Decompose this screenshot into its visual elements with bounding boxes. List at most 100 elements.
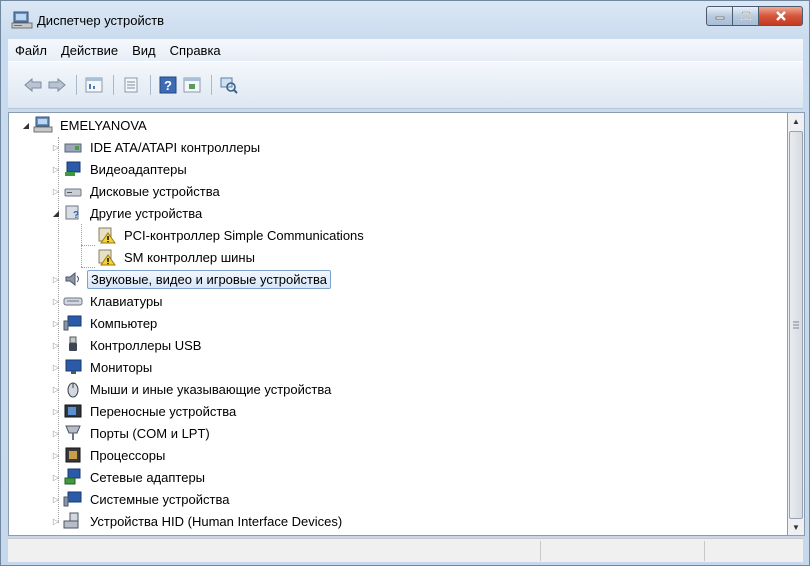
processor-icon (63, 446, 83, 464)
update-driver-icon (183, 77, 201, 93)
tree-item-keyboards[interactable]: ▷ Клавиатуры (51, 290, 166, 312)
device-tree[interactable]: ◢ EMELYANOVA ▷ IDE ATA/ATAPI контроллеры… (8, 112, 788, 536)
device-manager-icon (11, 10, 33, 30)
menu-help[interactable]: Справка (163, 43, 228, 58)
menu-view[interactable]: Вид (125, 43, 163, 58)
expand-triangle-icon[interactable]: ▷ (51, 187, 61, 196)
close-button[interactable] (759, 6, 803, 26)
tree-item-hid-devices[interactable]: ▷ Устройства HID (Human Interface Device… (51, 510, 345, 532)
scan-hardware-button[interactable] (218, 74, 240, 96)
toolbar-separator (76, 75, 77, 95)
tree-item-sm-bus-controller[interactable]: SM контроллер шины (97, 246, 258, 268)
expand-triangle-icon[interactable]: ▷ (51, 385, 61, 394)
unknown-device-warning-icon (97, 226, 117, 244)
tree-item-portable-devices[interactable]: ▷ Переносные устройства (51, 400, 239, 422)
minimize-icon (715, 16, 724, 20)
svg-text:?: ? (73, 210, 79, 221)
tree-item-monitors[interactable]: ▷ Мониторы (51, 356, 155, 378)
expand-triangle-icon[interactable]: ▷ (51, 473, 61, 482)
tree-item-label: Порты (COM и LPT) (90, 425, 210, 441)
help-icon: ? (159, 76, 177, 94)
title-bar[interactable]: Диспетчер устройств (1, 1, 809, 39)
view-button[interactable] (120, 74, 142, 96)
device-manager-window: Диспетчер устройств Файл Действие Вид Сп… (0, 0, 810, 566)
scroll-up-arrow-icon[interactable]: ▲ (788, 113, 804, 130)
tree-item-label: Мониторы (90, 359, 153, 375)
tree-item-label: Переносные устройства (90, 403, 237, 419)
tree-connector (81, 245, 95, 246)
tree-item-pci-controller[interactable]: PCI-контроллер Simple Communications (97, 224, 367, 246)
scrollbar-thumb[interactable] (789, 131, 803, 519)
collapse-triangle-icon[interactable]: ◢ (21, 121, 31, 130)
grip-icon (793, 321, 799, 329)
help-button[interactable]: ? (157, 74, 179, 96)
forward-button[interactable] (46, 74, 68, 96)
expand-triangle-icon[interactable]: ▷ (51, 517, 61, 526)
tree-item-ports[interactable]: ▷ Порты (COM и LPT) (51, 422, 213, 444)
tree-item-label: Звуковые, видео и игровые устройства (87, 269, 331, 289)
menu-file[interactable]: Файл (8, 43, 54, 58)
expand-triangle-icon[interactable]: ▷ (51, 407, 61, 416)
tree-item-video-adapters[interactable]: ▷ Видеоадаптеры (51, 158, 190, 180)
tree-item-sound-video-game[interactable]: ▷ Звуковые, видео и игровые устройства (51, 268, 331, 290)
keyboard-icon (63, 292, 83, 310)
window-controls (706, 6, 803, 26)
tree-item-label: Компьютер (90, 315, 158, 331)
expand-triangle-icon[interactable]: ▷ (51, 341, 61, 350)
system-device-icon (63, 490, 83, 508)
tree-item-label: Процессоры (90, 447, 166, 463)
sound-icon (63, 270, 83, 288)
tree-item-label: IDE ATA/ATAPI контроллеры (90, 139, 261, 155)
network-adapter-icon (63, 468, 83, 486)
maximize-button[interactable] (733, 6, 759, 26)
tree-item-label: Клавиатуры (90, 293, 163, 309)
close-icon (775, 11, 786, 21)
expand-triangle-icon[interactable]: ▷ (51, 429, 61, 438)
maximize-icon (740, 11, 751, 20)
tree-item-disk-drives[interactable]: ▷ Дисковые устройства (51, 180, 223, 202)
menu-action[interactable]: Действие (54, 43, 125, 58)
portable-device-icon (63, 402, 83, 420)
tree-item-label: EMELYANOVA (60, 117, 147, 133)
toolbar-separator (211, 75, 212, 95)
usb-controller-icon (63, 336, 83, 354)
collapse-triangle-icon[interactable]: ◢ (51, 209, 61, 218)
tree-item-computer[interactable]: ▷ Компьютер (51, 312, 160, 334)
toolbar-separator (113, 75, 114, 95)
expand-triangle-icon[interactable]: ▷ (51, 165, 61, 174)
expand-triangle-icon[interactable]: ▷ (51, 495, 61, 504)
tree-item-other-devices[interactable]: ◢ ? Другие устройства (51, 202, 205, 224)
unknown-device-warning-icon (97, 248, 117, 266)
expand-triangle-icon[interactable]: ▷ (51, 143, 61, 152)
tree-item-label: Дисковые устройства (90, 183, 220, 199)
update-driver-button[interactable] (181, 74, 203, 96)
tree-item-label: Видеоадаптеры (90, 161, 187, 177)
expand-triangle-icon[interactable]: ▷ (51, 451, 61, 460)
scroll-down-arrow-icon[interactable]: ▼ (788, 519, 804, 536)
properties-button[interactable] (83, 74, 105, 96)
tree-item-mice[interactable]: ▷ Мыши и иные указывающие устройства (51, 378, 334, 400)
tree-root-emelyanova[interactable]: ◢ EMELYANOVA (21, 114, 150, 136)
expand-triangle-icon[interactable]: ▷ (51, 275, 61, 284)
tree-item-system-devices[interactable]: ▷ Системные устройства (51, 488, 232, 510)
tree-item-ide-controllers[interactable]: ▷ IDE ATA/ATAPI контроллеры (51, 136, 263, 158)
mouse-icon (63, 380, 83, 398)
tree-item-processors[interactable]: ▷ Процессоры (51, 444, 168, 466)
tree-item-network-adapters[interactable]: ▷ Сетевые адаптеры (51, 466, 208, 488)
tree-item-label: SM контроллер шины (124, 249, 255, 265)
computer-root-icon (33, 116, 53, 134)
expand-triangle-icon[interactable]: ▷ (51, 297, 61, 306)
forward-arrow-icon (48, 77, 66, 93)
status-separator (540, 541, 541, 561)
expand-triangle-icon[interactable]: ▷ (51, 319, 61, 328)
expand-triangle-icon[interactable]: ▷ (51, 363, 61, 372)
status-separator (704, 541, 705, 561)
tree-item-usb-controllers[interactable]: ▷ Контроллеры USB (51, 334, 204, 356)
monitor-icon (63, 358, 83, 376)
window-title: Диспетчер устройств (37, 13, 165, 28)
back-button[interactable] (22, 74, 44, 96)
toolbar: ? (8, 61, 803, 109)
tree-item-label: PCI-контроллер Simple Communications (124, 227, 364, 243)
vertical-scrollbar[interactable]: ▲ ▼ (788, 112, 805, 536)
minimize-button[interactable] (706, 6, 733, 26)
